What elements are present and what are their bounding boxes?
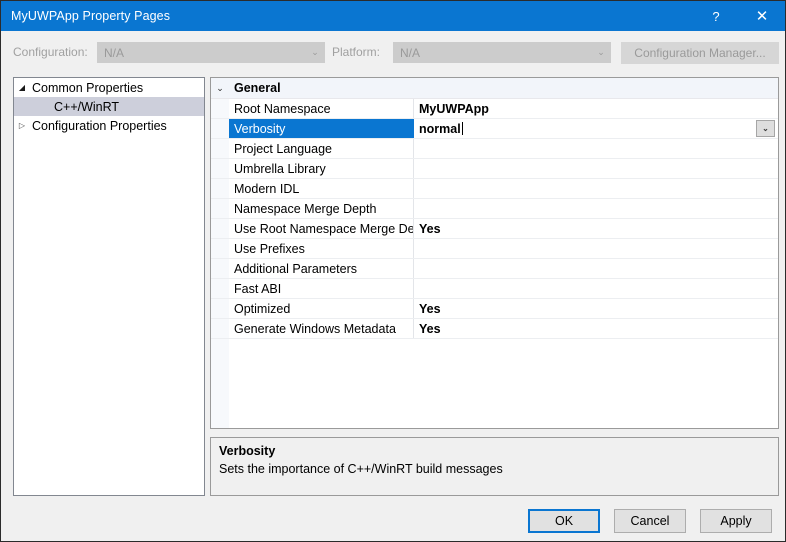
property-name[interactable]: Use Prefixes (229, 239, 414, 258)
property-row-gutter (211, 159, 229, 178)
value-dropdown-button[interactable]: ⌄ (756, 120, 775, 137)
property-row[interactable]: Use Prefixes (211, 239, 778, 259)
property-name[interactable]: Umbrella Library (229, 159, 414, 178)
property-rows: Root Namespace MyUWPApp Verbosity normal ⌄ Pr… (211, 99, 778, 339)
property-name[interactable]: Project Language (229, 139, 414, 158)
property-row[interactable]: Root Namespace MyUWPApp (211, 99, 778, 119)
platform-label: Platform: (332, 45, 381, 59)
chevron-down-icon: ⌄ (597, 47, 605, 57)
property-grid[interactable]: ⌄ General Root Namespace MyUWPApp Verbosit… (210, 77, 779, 429)
description-panel: Verbosity Sets the importance of C++/Win… (210, 437, 779, 496)
property-value[interactable]: Yes (414, 219, 778, 238)
property-value-text: Yes (419, 221, 441, 236)
property-grid-inner: ⌄ General Root Namespace MyUWPApp Verbosit… (211, 78, 778, 428)
tree-item-label: C++/WinRT (54, 99, 120, 114)
property-value[interactable]: Yes (414, 319, 778, 338)
tree-item-label: Configuration Properties (32, 118, 167, 133)
property-row-gutter (211, 179, 229, 198)
platform-combo-value: N/A (400, 45, 421, 60)
property-row-gutter (211, 139, 229, 158)
property-row[interactable]: Modern IDL (211, 179, 778, 199)
tree-item-c-winrt[interactable]: C++/WinRT (14, 97, 204, 116)
configuration-toolbar: Configuration: N/A ⌄ Platform: N/A ⌄ Con… (1, 31, 785, 74)
property-name[interactable]: Use Root Namespace Merge Depth (229, 219, 414, 238)
text-caret (461, 122, 463, 135)
property-name[interactable]: Fast ABI (229, 279, 414, 298)
property-name[interactable]: Verbosity (229, 119, 414, 138)
apply-button[interactable]: Apply (700, 509, 772, 533)
property-value-text: MyUWPApp (419, 101, 489, 116)
expander-collapsed-icon[interactable]: ▷ (14, 121, 30, 130)
property-value[interactable] (414, 159, 778, 178)
tree-item-configuration-properties[interactable]: ▷ Configuration Properties (14, 116, 204, 135)
category-label: General (234, 81, 281, 95)
configuration-label: Configuration: (13, 45, 88, 59)
property-row[interactable]: Namespace Merge Depth (211, 199, 778, 219)
dialog-footer: OK Cancel Apply (1, 504, 785, 542)
property-value[interactable]: Yes (414, 299, 778, 318)
chevron-down-icon[interactable]: ⌄ (211, 83, 229, 93)
property-value[interactable] (414, 179, 778, 198)
property-row-gutter (211, 119, 229, 138)
property-row-gutter (211, 299, 229, 318)
property-name[interactable]: Optimized (229, 299, 414, 318)
property-row[interactable]: Fast ABI (211, 279, 778, 299)
property-value[interactable] (414, 259, 778, 278)
close-icon[interactable]: ✕ (739, 1, 785, 31)
property-row[interactable]: Additional Parameters (211, 259, 778, 279)
ok-button[interactable]: OK (528, 509, 600, 533)
tree-rows: ◢ Common Properties C++/WinRT ▷ Configuratio… (14, 78, 204, 135)
property-value[interactable] (414, 279, 778, 298)
property-name[interactable]: Generate Windows Metadata (229, 319, 414, 338)
property-row-gutter (211, 259, 229, 278)
category-row-general[interactable]: ⌄ General (211, 78, 778, 99)
property-pages-window: MyUWPApp Property Pages ? ✕ Configuratio… (0, 0, 786, 542)
description-title: Verbosity (219, 444, 276, 458)
property-row-gutter (211, 199, 229, 218)
title-bar: MyUWPApp Property Pages ? ✕ (1, 1, 785, 31)
configuration-combo-value: N/A (104, 45, 125, 60)
property-row[interactable]: Verbosity normal ⌄ (211, 119, 778, 139)
property-row-gutter (211, 279, 229, 298)
property-value[interactable] (414, 199, 778, 218)
property-row[interactable]: Optimized Yes (211, 299, 778, 319)
tree-item-label: Common Properties (32, 80, 144, 95)
property-value[interactable] (414, 239, 778, 258)
property-row[interactable]: Use Root Namespace Merge Depth Yes (211, 219, 778, 239)
property-row-gutter (211, 99, 229, 118)
expander-expanded-icon[interactable]: ◢ (14, 83, 30, 92)
property-row[interactable]: Generate Windows Metadata Yes (211, 319, 778, 339)
chevron-down-icon: ⌄ (311, 47, 319, 57)
configuration-combo[interactable]: N/A ⌄ (97, 42, 325, 63)
property-row-gutter (211, 319, 229, 338)
property-row-gutter (211, 219, 229, 238)
tree-item-common-properties[interactable]: ◢ Common Properties (14, 78, 204, 97)
property-value[interactable]: normal ⌄ (414, 119, 778, 138)
configuration-manager-button[interactable]: Configuration Manager... (621, 42, 779, 64)
platform-combo[interactable]: N/A ⌄ (393, 42, 611, 63)
property-tree[interactable]: ◢ Common Properties C++/WinRT ▷ Configuratio… (13, 77, 205, 496)
help-icon[interactable]: ? (693, 1, 739, 31)
property-value-text: normal (419, 121, 461, 136)
property-value[interactable] (414, 139, 778, 158)
property-value-text: Yes (419, 321, 441, 336)
window-title: MyUWPApp Property Pages (11, 9, 171, 23)
cancel-button[interactable]: Cancel (614, 509, 686, 533)
property-row[interactable]: Project Language (211, 139, 778, 159)
property-name[interactable]: Modern IDL (229, 179, 414, 198)
property-name[interactable]: Root Namespace (229, 99, 414, 118)
property-name[interactable]: Additional Parameters (229, 259, 414, 278)
property-row-gutter (211, 239, 229, 258)
description-body: Sets the importance of C++/WinRT build m… (219, 462, 503, 476)
property-value-text: Yes (419, 301, 441, 316)
property-row[interactable]: Umbrella Library (211, 159, 778, 179)
property-name[interactable]: Namespace Merge Depth (229, 199, 414, 218)
property-value[interactable]: MyUWPApp (414, 99, 778, 118)
